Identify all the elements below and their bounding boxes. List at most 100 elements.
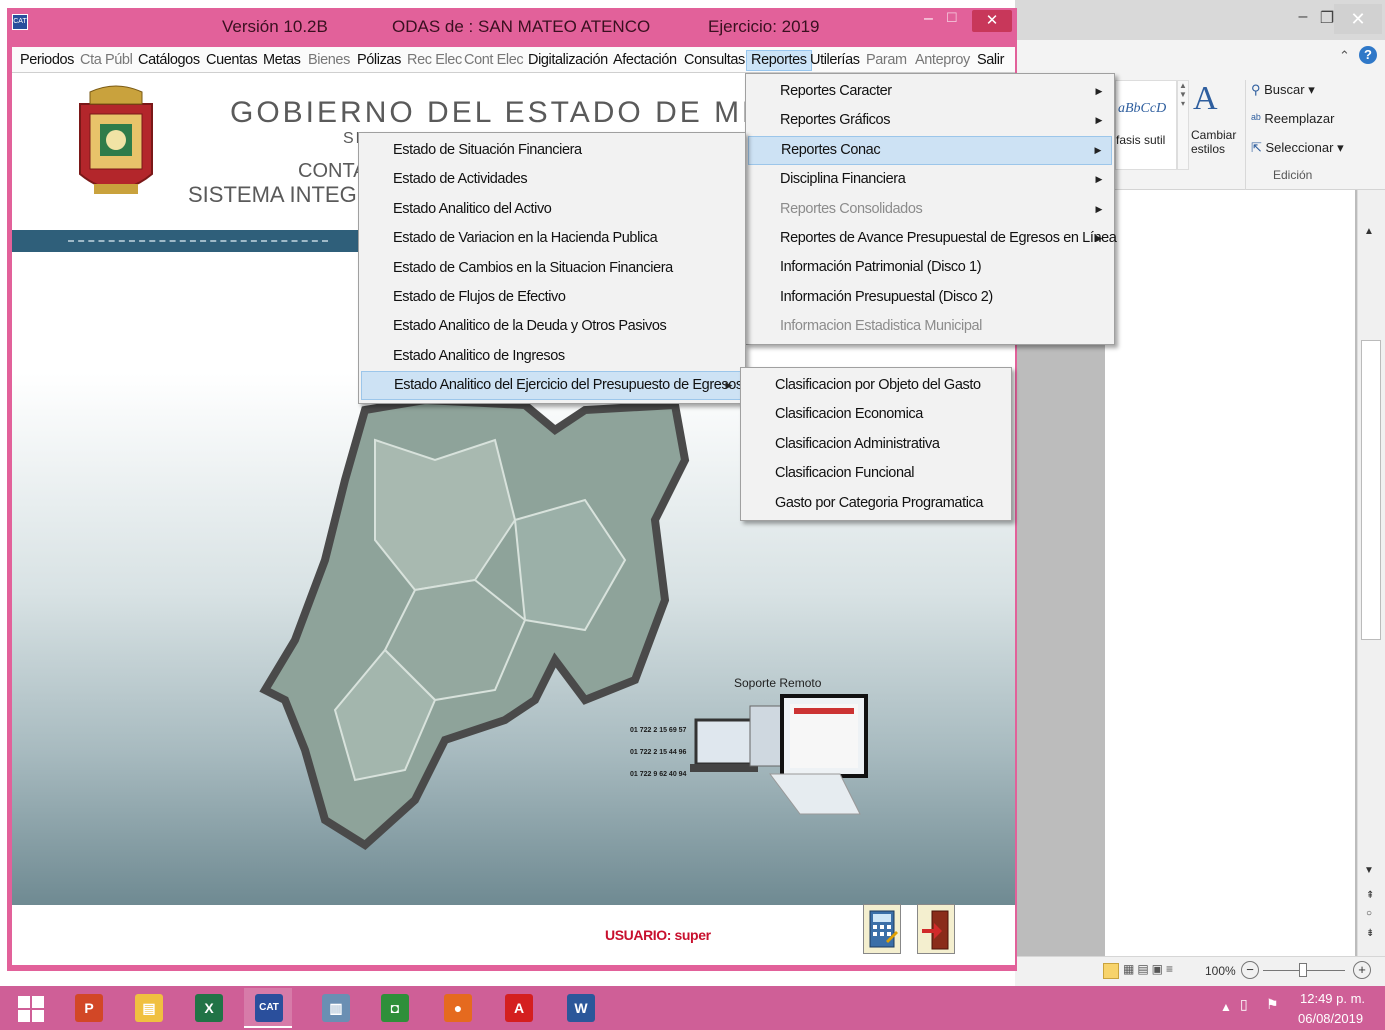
menu-cat-logos[interactable]: Catálogos [134,50,204,71]
menu-param[interactable]: Param [862,50,911,71]
egresos-menu-item-label: Gasto por Categoria Programatica [775,494,984,511]
submenu-arrow-icon: ▶ [1094,144,1101,155]
word-page[interactable] [1105,190,1355,956]
app-close-button[interactable]: ✕ [972,10,1012,32]
word-close-button[interactable]: ✕ [1334,4,1382,34]
styles-scroll[interactable]: ▲ ▼ ▾ [1177,80,1189,170]
clock-date[interactable]: 06/08/2019 [1298,1011,1363,1026]
menu-reportes[interactable]: Reportes [746,50,812,71]
clock-time[interactable]: 12:49 p. m. [1300,991,1365,1006]
print-layout-icon[interactable] [1103,963,1119,979]
menu-afectaci-n[interactable]: Afectación [609,50,681,71]
title-ejercicio: Ejercicio: 2019 [708,17,820,36]
egresos-menu-item[interactable]: Clasificacion Funcional [743,459,1009,488]
find-button[interactable]: ⚲ Buscar ▾ [1251,82,1315,98]
menu-anteproy[interactable]: Anteproy [911,50,974,71]
word-icon: W [567,994,595,1022]
flag-icon[interactable]: ⚑ [1266,996,1279,1013]
conac-menu-item[interactable]: Estado de Actividades [361,165,743,194]
browse-object-icon[interactable]: ○ [1366,908,1372,919]
reportes-menu-item[interactable]: Disciplina Financiera ▶ [748,165,1112,194]
zoom-level[interactable]: 100% [1205,964,1236,978]
zoom-slider-thumb[interactable] [1299,963,1307,977]
conac-menu-item[interactable]: Estado Analitico del Ejercicio del Presu… [361,371,743,401]
calculator-button[interactable] [863,904,901,954]
conac-menu-item-label: Estado de Cambios en la Situacion Financ… [393,259,673,276]
select-button[interactable]: ⇱ Seleccionar ▾ [1251,140,1344,156]
reportes-menu-item[interactable]: Reportes Gráficos ▶ [748,106,1112,135]
zoom-out-button[interactable]: − [1241,961,1259,979]
reportes-menu-item[interactable]: Información Presupuestal (Disco 2) [748,283,1112,312]
zoom-in-button[interactable]: + [1353,961,1371,979]
submenu-arrow-icon: ▶ [1095,174,1102,185]
menu-cuentas[interactable]: Cuentas [202,50,261,71]
reportes-menu-item[interactable]: Información Patrimonial (Disco 1) [748,253,1112,282]
reportes-menu-item[interactable]: Reportes de Avance Presupuestal de Egres… [748,224,1117,253]
word-vertical-scrollbar[interactable]: ▲ ▼ ⇞ ○ ⇟ [1357,190,1385,956]
state-map-image [259,400,690,850]
egresos-menu-item[interactable]: Clasificacion Administrativa [743,430,1009,459]
exit-door-icon [922,910,949,950]
menu-digitalizaci-n[interactable]: Digitalización [524,50,612,71]
help-icon[interactable]: ? [1359,46,1377,64]
egresos-menu-item[interactable]: Clasificacion Economica [743,400,1009,429]
reportes-menu-item[interactable]: Reportes Conac ▶ [748,135,1112,165]
taskbar-app-powerpoint[interactable]: P [64,988,112,1028]
menu-bienes[interactable]: Bienes [304,50,354,71]
app-minimize-button[interactable]: – [924,10,933,28]
taskbar-app-store[interactable]: ◘ [370,988,418,1028]
app-maximize-button[interactable]: ☐ [946,10,958,26]
scroll-thumb[interactable] [1361,340,1381,640]
reportes-menu-item[interactable]: Reportes Caracter ▶ [748,77,1112,106]
conac-menu-item[interactable]: Estado Analitico del Activo [361,195,743,224]
menu-cont-elec[interactable]: Cont Elec [460,50,527,71]
app-icon[interactable]: CAT [12,14,28,30]
image-viewer-icon: ▥ [322,994,350,1022]
conac-menu-item[interactable]: Estado de Cambios en la Situacion Financ… [361,254,743,283]
egresos-menu-item[interactable]: Clasificacion por Objeto del Gasto [743,371,1009,400]
taskbar-app-acrobat[interactable]: A [494,988,542,1028]
conac-menu-item[interactable]: Estado de Variacion en la Hacienda Publi… [361,224,743,253]
view-icons[interactable]: ▦▤▣≡ [1123,962,1176,976]
reportes-menu-item[interactable]: Informacion Estadistica Municipal [748,312,1112,341]
menu-cta-p-bl[interactable]: Cta Públ [76,50,136,71]
menu-p-lizas[interactable]: Pólizas [353,50,405,71]
select-label: Seleccionar [1265,140,1334,155]
tray-chevron-icon[interactable]: ▲ [1220,1000,1232,1014]
replace-button[interactable]: ᵃᵇ Reemplazar [1251,111,1334,126]
taskbar-app-firefox[interactable]: ● [433,988,481,1028]
reportes-menu-item[interactable]: Reportes Consolidados ▶ [748,195,1112,224]
change-styles-icon[interactable]: A [1193,80,1218,118]
menu-salir[interactable]: Salir [973,50,1008,71]
next-page-icon[interactable]: ⇟ [1366,928,1374,939]
menu-metas[interactable]: Metas [259,50,305,71]
taskbar-app-excel[interactable]: X [184,988,232,1028]
network-icon[interactable]: ▯ [1240,996,1248,1013]
conac-menu-item[interactable]: Estado Analitico de Ingresos [361,342,743,371]
conac-menu-item[interactable]: Estado de Situación Financiera [361,136,743,165]
prev-page-icon[interactable]: ⇞ [1366,890,1374,901]
taskbar-app-image-viewer[interactable]: ▥ [311,988,359,1028]
menu-periodos[interactable]: Periodos [16,50,78,71]
scroll-up-icon[interactable]: ▲ [1364,226,1374,237]
taskbar-app-file-explorer[interactable]: ▤ [124,988,172,1028]
word-status-bar: ▦▤▣≡ 100% − + [1015,956,1385,986]
menu-utiler-as[interactable]: Utilerías [806,50,864,71]
conac-menu-item[interactable]: Estado Analitico de la Deuda y Otros Pas… [361,312,743,341]
exit-button[interactable] [917,904,955,954]
firefox-icon: ● [444,994,472,1022]
scroll-down-icon[interactable]: ▼ [1364,865,1374,876]
egresos-submenu: Clasificacion por Objeto del Gasto Clasif… [740,367,1012,521]
styles-gallery[interactable]: aBbCcD fasis sutil [1115,80,1177,170]
egresos-menu-item[interactable]: Gasto por Categoria Programatica [743,489,1009,518]
taskbar-app-word[interactable]: W [556,988,604,1028]
menu-consultas[interactable]: Consultas [680,50,749,71]
ribbon-collapse-icon[interactable]: ⌃ [1339,48,1350,64]
change-styles-button[interactable]: Cambiar estilos [1191,128,1241,156]
windows-start-icon[interactable] [18,996,44,1022]
conac-menu-item[interactable]: Estado de Flujos de Efectivo [361,283,743,312]
taskbar-app-cat[interactable]: CAT [244,988,292,1028]
reportes-menu-item-label: Reportes Gráficos [780,112,891,129]
menu-rec-elec[interactable]: Rec Elec [403,50,466,71]
conac-menu-item-label: Estado Analitico del Ejercicio del Presu… [394,377,743,394]
